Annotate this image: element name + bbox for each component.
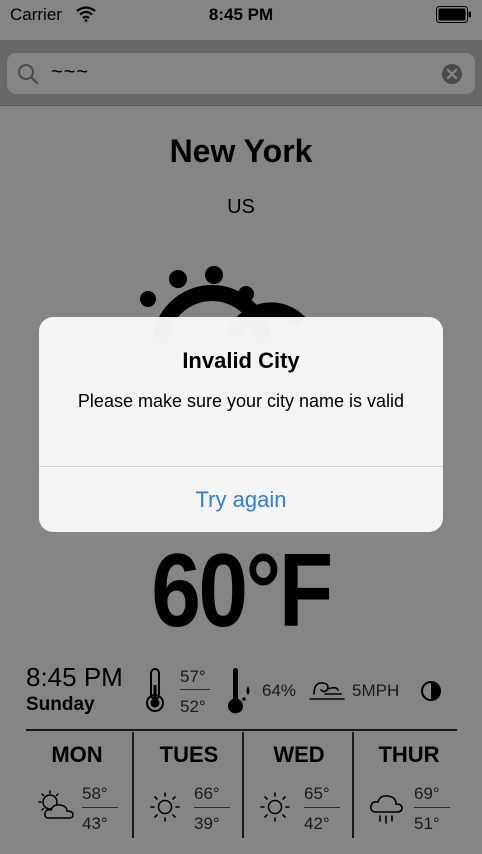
try-again-button[interactable]: Try again — [39, 467, 443, 532]
alert-dialog: Invalid City Please make sure your city … — [39, 317, 443, 532]
alert-message: Please make sure your city name is valid — [77, 391, 405, 411]
alert-title: Invalid City — [182, 348, 300, 373]
